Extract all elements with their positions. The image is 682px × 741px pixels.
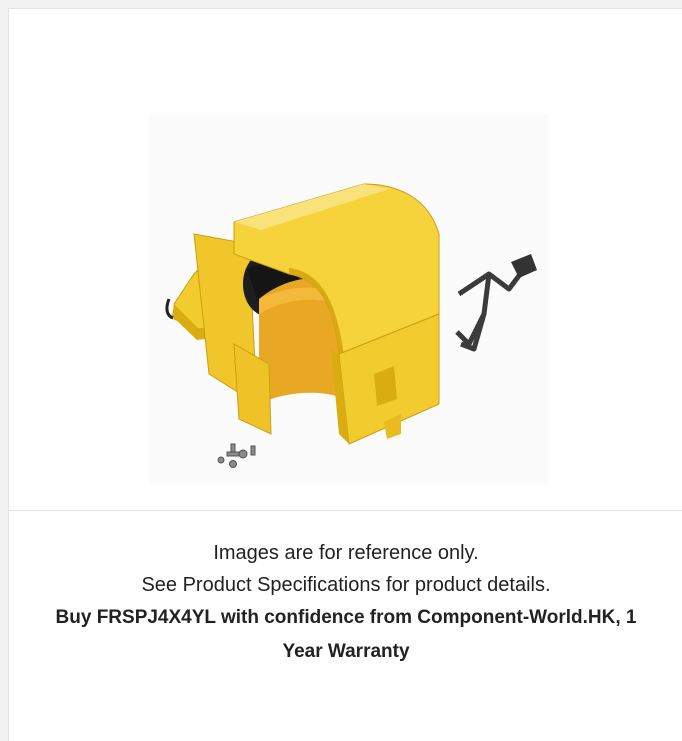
specifications-note: See Product Specifications for product d… <box>141 574 551 596</box>
reference-note: Images are for reference only. <box>213 542 479 564</box>
warranty-promo: Buy FRSPJ4X4YL with confidence from Comp… <box>55 607 637 662</box>
page: Images are for reference only. See Produ… <box>0 0 682 741</box>
product-image-card: Images are for reference only. See Produ… <box>8 8 682 741</box>
product-image-area <box>9 9 682 511</box>
product-image[interactable] <box>139 104 559 494</box>
image-disclaimer: Images are for reference only. See Produ… <box>9 537 682 669</box>
